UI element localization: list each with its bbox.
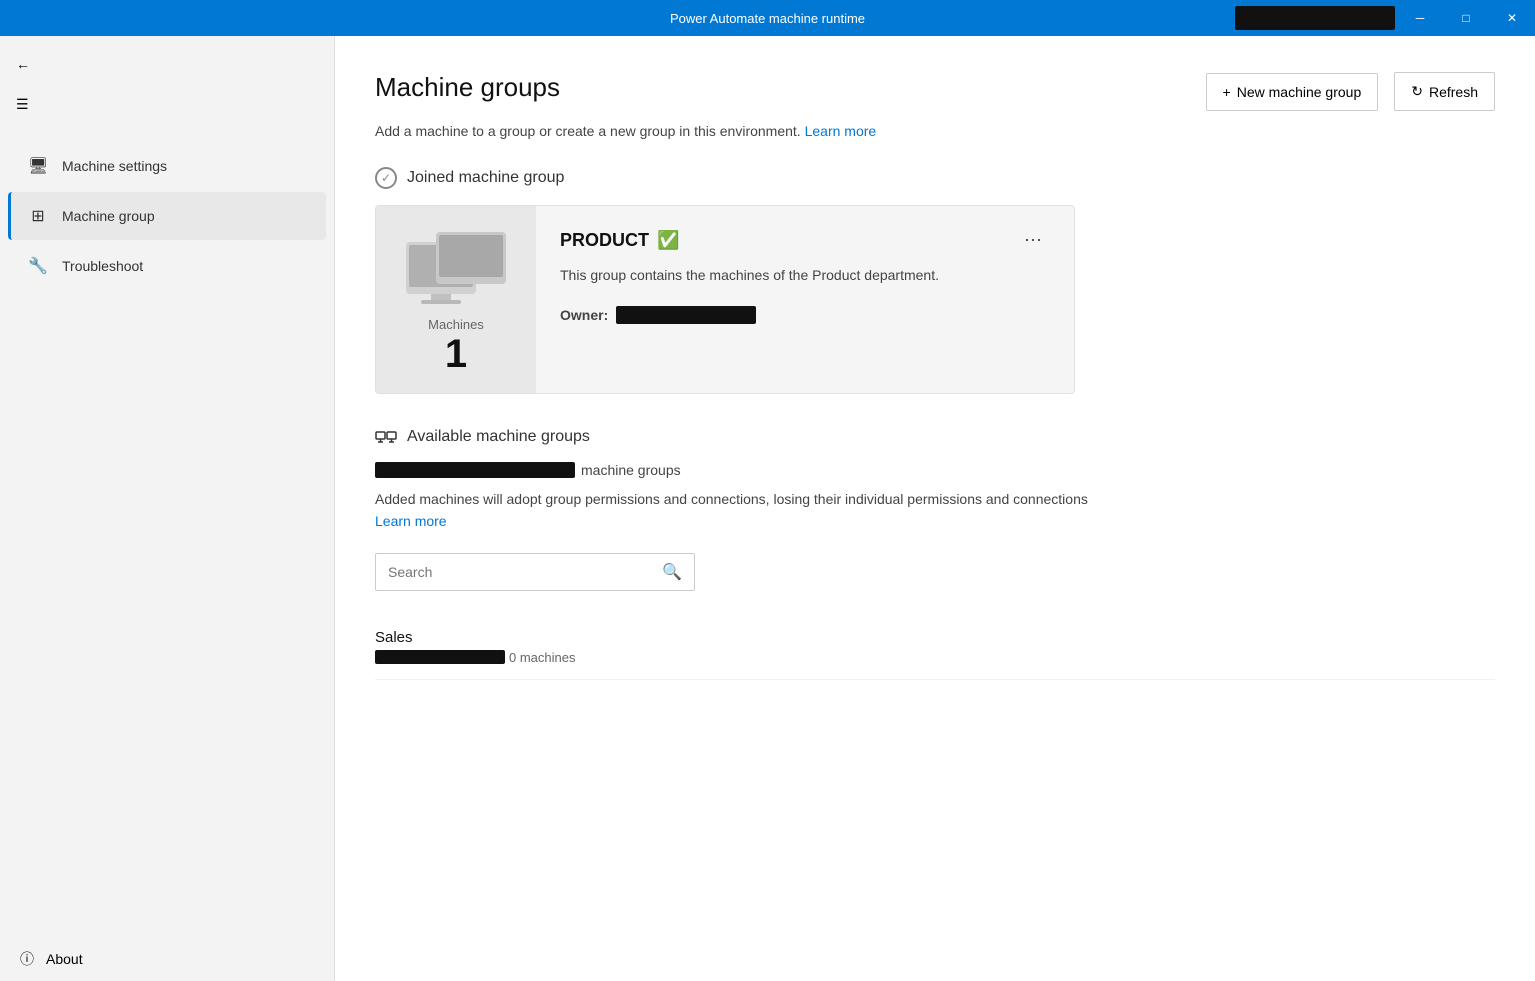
titlebar-controls: ─ □ ✕ — [1397, 0, 1535, 36]
new-machine-group-button[interactable]: + New machine group — [1206, 73, 1379, 111]
ellipsis-menu-button[interactable]: ⋯ — [1016, 226, 1050, 255]
machine-group-card: Machines 1 PRODUCT ✅ ⋯ This group contai… — [375, 205, 1075, 394]
count-redacted — [375, 462, 575, 478]
close-button[interactable]: ✕ — [1489, 0, 1535, 36]
card-description: This group contains the machines of the … — [560, 265, 1050, 286]
titlebar-user-redacted — [1235, 6, 1395, 30]
card-title: PRODUCT ✅ — [560, 230, 679, 251]
green-check-icon: ✅ — [657, 230, 679, 251]
titlebar-title: Power Automate machine runtime — [670, 11, 865, 26]
about-label: About — [46, 951, 83, 967]
sidebar: ← ☰ 🖥 Machine settings ⊞ Machine group 🔧… — [0, 36, 335, 981]
sidebar-item-label: Troubleshoot — [62, 258, 143, 274]
group-icon: ⊞ — [28, 206, 48, 226]
available-group-icon — [375, 426, 397, 448]
search-box[interactable]: 🔍 — [375, 553, 695, 591]
refresh-label: Refresh — [1429, 84, 1478, 100]
group-machines-count: 0 machines — [375, 650, 575, 665]
main-content: Machine groups + New machine group ↻ Ref… — [335, 36, 1535, 981]
refresh-icon: ↻ — [1411, 83, 1423, 100]
card-title-row: PRODUCT ✅ ⋯ — [560, 226, 1050, 255]
back-icon: ← — [16, 56, 30, 72]
sales-redacted — [375, 650, 505, 664]
learn-more-link-available[interactable]: Learn more — [375, 513, 447, 529]
sidebar-item-label: Machine settings — [62, 158, 167, 174]
refresh-button[interactable]: ↻ Refresh — [1394, 72, 1495, 111]
card-icon-section: Machines 1 — [376, 206, 536, 393]
page-subtitle: Add a machine to a group or create a new… — [375, 123, 1495, 139]
sidebar-item-troubleshoot[interactable]: 🔧 Troubleshoot — [8, 242, 326, 290]
learn-more-link-top[interactable]: Learn more — [805, 123, 877, 139]
available-count-row: machine groups — [375, 462, 1495, 478]
group-name-text: PRODUCT — [560, 230, 649, 251]
back-button[interactable]: ← — [0, 44, 334, 84]
new-group-label: New machine group — [1237, 84, 1362, 100]
info-icon: ⓘ — [20, 949, 34, 969]
minimize-button[interactable]: ─ — [1397, 0, 1443, 36]
joined-section-header: ✓ Joined machine group — [375, 167, 1495, 189]
page-header: Machine groups + New machine group ↻ Ref… — [375, 72, 1495, 111]
card-info: PRODUCT ✅ ⋯ This group contains the mach… — [536, 206, 1074, 393]
available-section-header: Available machine groups — [375, 426, 1495, 448]
sidebar-item-machine-group[interactable]: ⊞ Machine group — [8, 192, 326, 240]
card-owner-row: Owner: — [560, 306, 1050, 324]
sidebar-about[interactable]: ⓘ About — [0, 937, 334, 981]
sidebar-item-machine-settings[interactable]: 🖥 Machine settings — [8, 142, 326, 190]
search-icon: 🔍 — [662, 562, 682, 582]
machines-count-display: Machines 1 — [401, 317, 511, 377]
list-item: Sales 0 machines — [375, 615, 1495, 680]
machines-label: Machines — [401, 317, 511, 332]
plus-icon: + — [1223, 84, 1231, 100]
search-input[interactable] — [388, 564, 662, 580]
restore-button[interactable]: □ — [1443, 0, 1489, 36]
sidebar-item-label: Machine group — [62, 208, 155, 224]
group-list-item-info: Sales 0 machines — [375, 629, 575, 665]
hamburger-icon: ☰ — [16, 96, 29, 113]
app-layout: ← ☰ 🖥 Machine settings ⊞ Machine group 🔧… — [0, 36, 1535, 981]
machines-number: 1 — [401, 332, 511, 377]
header-actions: + New machine group ↻ Refresh — [1206, 72, 1495, 111]
available-description: Added machines will adopt group permissi… — [375, 488, 1095, 533]
owner-value-redacted — [616, 306, 756, 324]
wrench-icon: 🔧 — [28, 256, 48, 276]
joined-section-label: Joined machine group — [407, 169, 564, 187]
machine-group-illustration — [401, 222, 511, 312]
machines-count-label: 0 machines — [509, 650, 575, 665]
hamburger-button[interactable]: ☰ — [0, 84, 334, 125]
titlebar: Power Automate machine runtime ─ □ ✕ — [0, 0, 1535, 36]
count-suffix: machine groups — [581, 462, 681, 478]
group-name: Sales — [375, 629, 575, 646]
available-section-label: Available machine groups — [407, 428, 590, 446]
check-circle-icon: ✓ — [375, 167, 397, 189]
available-section: Available machine groups machine groups … — [375, 426, 1495, 680]
page-title: Machine groups — [375, 72, 560, 103]
monitor-icon: 🖥 — [28, 156, 48, 176]
owner-label: Owner: — [560, 307, 608, 323]
